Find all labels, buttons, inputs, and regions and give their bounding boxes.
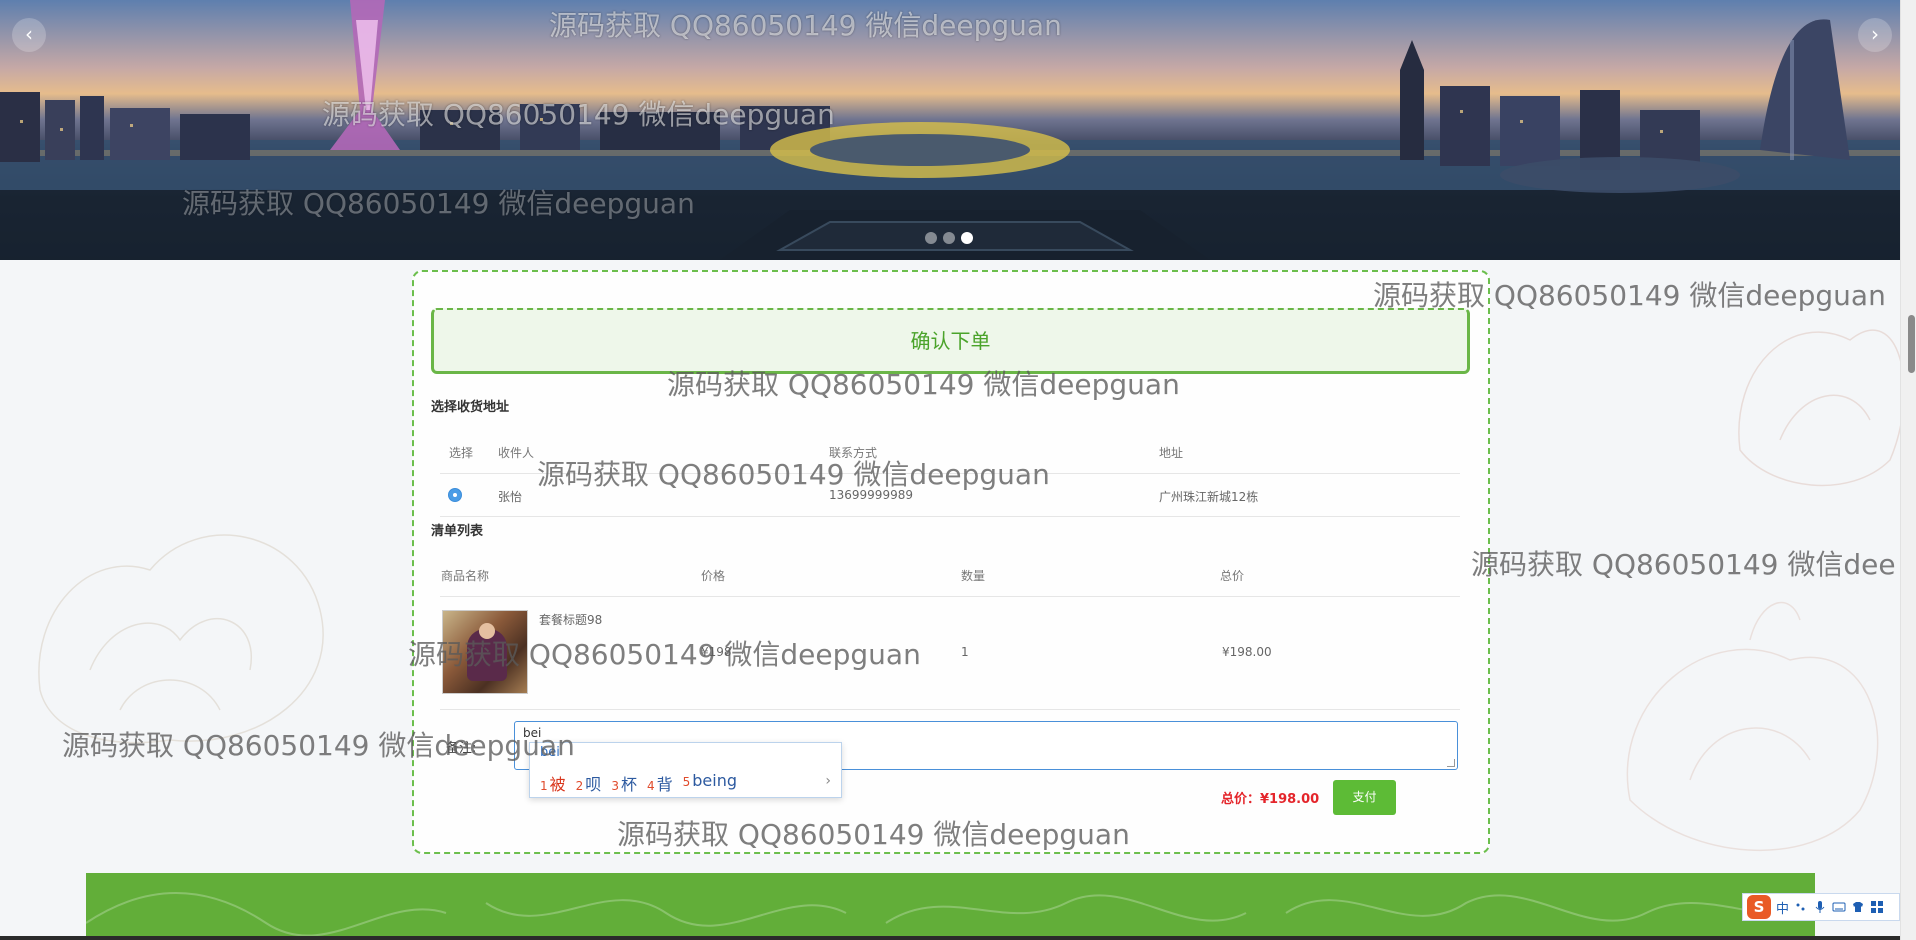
footer-pattern (86, 892, 1815, 937)
address-text: 广州珠江新城12栋 (1159, 490, 1259, 504)
note-value: bei (523, 726, 542, 740)
lotus-decoration (38, 534, 324, 744)
product-total: ¥198.00 (1222, 645, 1272, 659)
note-label: 备注: (446, 741, 477, 756)
cart-section-title: 清单列表 (431, 524, 484, 539)
ime-next-page-icon[interactable]: › (825, 773, 831, 789)
microphone-icon[interactable] (1813, 900, 1827, 914)
grid-icon[interactable] (1870, 900, 1884, 914)
address-col-phone: 联系方式 (829, 446, 878, 460)
cart-col-quantity: 数量 (961, 569, 986, 583)
banner-dot-1[interactable] (925, 232, 937, 244)
order-total: 总价：¥198.00 (1221, 792, 1320, 807)
lotus-decoration-bottom-right (1626, 601, 1879, 852)
ime-candidate-5[interactable]: 5 being (683, 771, 737, 795)
ime-candidate-list: 1被 2呗 3杯 4背 5 being (540, 771, 737, 795)
banner-dot-2[interactable] (943, 232, 955, 244)
cart-col-name: 商品名称 (441, 569, 490, 583)
ime-candidate-3[interactable]: 3杯 (611, 771, 637, 795)
address-row-divider (440, 516, 1460, 517)
banner-pagination (925, 232, 973, 244)
banner-prev-button[interactable]: ‹ (12, 18, 46, 52)
cart-row-divider (440, 709, 1460, 710)
taskbar-strip (0, 936, 1916, 940)
hero-banner: ‹ › (0, 0, 1900, 260)
address-phone: 13699999989 (829, 488, 913, 502)
pay-button[interactable]: 支付 (1333, 780, 1396, 815)
banner-next-button[interactable]: › (1858, 18, 1892, 52)
ime-candidate-1[interactable]: 1被 (540, 771, 566, 795)
resize-handle-icon[interactable] (1447, 759, 1455, 767)
chevron-left-icon: ‹ (25, 22, 33, 46)
ime-candidate-popup: bei 1被 2呗 3杯 4背 5 being › (529, 742, 842, 798)
punctuation-icon[interactable] (1794, 900, 1808, 914)
scrollbar-thumb[interactable] (1908, 315, 1915, 373)
address-header-divider (440, 473, 1460, 474)
address-col-recipient: 收件人 (498, 446, 535, 460)
address-recipient: 张怡 (498, 490, 523, 504)
ime-candidate-4[interactable]: 4背 (647, 771, 673, 795)
cart-col-total: 总价 (1220, 569, 1245, 583)
chevron-right-icon: › (1871, 22, 1879, 46)
ime-composition: bei (540, 745, 560, 760)
ime-candidate-2[interactable]: 2呗 (576, 771, 602, 795)
address-col-select: 选择 (449, 446, 474, 460)
product-quantity: 1 (961, 645, 969, 659)
cart-col-price: 价格 (701, 569, 726, 583)
ime-toolbar: S 中 (1742, 893, 1900, 921)
banner-dot-3[interactable] (961, 232, 973, 244)
address-section-title: 选择收货地址 (431, 400, 510, 415)
watermark: 源码获取 QQ86050149 微信dee (1471, 548, 1896, 581)
address-col-address: 地址 (1159, 446, 1184, 460)
city-skyline-image (0, 0, 1900, 260)
skin-icon[interactable] (1851, 900, 1865, 914)
product-photo[interactable] (442, 610, 528, 694)
cart-header-divider (440, 596, 1460, 597)
ime-mode-toggle[interactable]: 中 (1776, 898, 1789, 917)
keyboard-icon[interactable] (1832, 900, 1846, 914)
lotus-decoration-right (1738, 329, 1900, 487)
product-name[interactable]: 套餐标题98 (539, 611, 602, 628)
product-price: ¥198 (701, 645, 732, 659)
confirm-order-title: 确认下单 (431, 308, 1470, 374)
sogou-logo-icon[interactable]: S (1747, 895, 1771, 919)
page-footer (86, 873, 1815, 940)
address-radio[interactable] (448, 488, 462, 502)
page-scrollbar[interactable] (1900, 0, 1916, 940)
